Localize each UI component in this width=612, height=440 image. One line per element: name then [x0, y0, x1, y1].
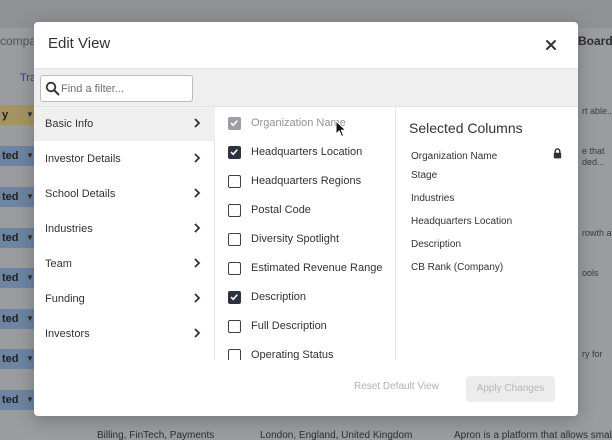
chevron-down-icon: ▼: [26, 395, 34, 404]
field-diversity-spotlight[interactable]: Diversity Spotlight: [216, 229, 395, 253]
category-label: Funding: [45, 293, 85, 305]
field-description[interactable]: Description: [216, 287, 395, 311]
chevron-right-icon: [194, 153, 201, 163]
checkbox[interactable]: [228, 349, 241, 360]
filter-bar: [34, 68, 578, 107]
category-item-school-details[interactable]: School Details: [34, 177, 215, 211]
lock-icon: [553, 148, 562, 159]
field-label: Diversity Spotlight: [251, 233, 340, 245]
modal-title: Edit View: [48, 35, 111, 52]
field-label: Operating Status: [251, 349, 334, 360]
field-full-description[interactable]: Full Description: [216, 316, 395, 340]
chevron-right-icon: [194, 328, 201, 338]
selected-column-item[interactable]: Headquarters Location: [411, 216, 512, 227]
background-location-cell: London, England, United Kingdom: [260, 430, 413, 440]
category-label: Investors: [45, 328, 90, 340]
checkbox-checked[interactable]: [228, 146, 241, 159]
checkbox[interactable]: [228, 175, 241, 188]
checkbox[interactable]: [228, 204, 241, 217]
chevron-down-icon: ▼: [26, 233, 34, 242]
field-headquarters-regions[interactable]: Headquarters Regions: [216, 171, 395, 195]
mouse-cursor-icon: [335, 120, 347, 138]
category-label: Basic Info: [45, 118, 94, 130]
chevron-down-icon: ▼: [26, 151, 34, 160]
modal-footer: Reset Default View Apply Changes: [34, 360, 578, 416]
chevron-down-icon: ▼: [26, 192, 34, 201]
checkbox[interactable]: [228, 233, 241, 246]
field-operating-status[interactable]: Operating Status: [216, 345, 395, 360]
chevron-down-icon: ▼: [26, 314, 34, 323]
category-item-team[interactable]: Team: [34, 247, 215, 281]
close-icon: [546, 40, 556, 50]
edit-view-modal: Edit View Basic Info Investor Details Sc…: [34, 22, 578, 416]
reset-default-view-button[interactable]: Reset Default View: [354, 381, 439, 392]
field-label: Organization Name: [251, 117, 346, 129]
filter-field[interactable]: [40, 75, 193, 102]
checkbox-disabled: [228, 117, 241, 130]
checkbox[interactable]: [228, 320, 241, 333]
selected-column-item[interactable]: Industries: [411, 193, 454, 204]
chevron-right-icon: [194, 223, 201, 233]
filter-input[interactable]: [61, 79, 189, 98]
field-label: Estimated Revenue Range: [251, 262, 383, 274]
field-headquarters-location[interactable]: Headquarters Location: [216, 142, 395, 166]
background-industries-cell: Billing, FinTech, Payments: [97, 430, 215, 440]
close-button[interactable]: [540, 34, 562, 56]
category-label: School Details: [45, 188, 116, 200]
selected-column-item[interactable]: Stage: [411, 170, 437, 181]
field-label: Postal Code: [251, 204, 311, 216]
checkbox[interactable]: [228, 262, 241, 275]
chevron-right-icon: [194, 258, 201, 268]
chevron-down-icon: ▼: [26, 354, 34, 363]
background-description: ry for: [582, 349, 603, 359]
category-item-basic-info[interactable]: Basic Info: [34, 107, 215, 141]
category-item-investor-details[interactable]: Investor Details: [34, 142, 215, 176]
apply-changes-button[interactable]: Apply Changes: [466, 376, 555, 402]
background-description-cell: Apron is a platform that allows small: [454, 430, 612, 440]
field-organization-name: Organization Name: [216, 113, 395, 137]
selected-columns-title: Selected Columns: [409, 120, 523, 136]
search-icon: [45, 81, 60, 96]
chevron-right-icon: [194, 293, 201, 303]
selected-column-item[interactable]: CB Rank (Company): [411, 262, 503, 273]
category-label: Industries: [45, 223, 93, 235]
category-item-industries[interactable]: Industries: [34, 212, 215, 246]
background-table-row: Billing, FinTech, Payments London, Engla…: [0, 428, 612, 440]
field-label: Headquarters Location: [251, 146, 363, 158]
field-checkbox-list: Organization Name Headquarters Location …: [216, 107, 396, 360]
chevron-right-icon: [194, 118, 201, 128]
field-label: Headquarters Regions: [251, 175, 362, 187]
field-postal-code[interactable]: Postal Code: [216, 200, 395, 224]
selected-column-item[interactable]: Description: [411, 239, 461, 250]
category-list: Basic Info Investor Details School Detai…: [34, 107, 215, 360]
background-description: ools: [582, 268, 599, 278]
field-label: Description: [251, 291, 307, 303]
category-label: Investor Details: [45, 153, 121, 165]
background-description: rowth a: [582, 228, 612, 238]
chevron-down-icon: ▼: [26, 273, 34, 282]
chevron-down-icon: ▼: [26, 110, 34, 119]
modal-header: Edit View: [34, 22, 578, 68]
category-item-investors[interactable]: Investors: [34, 317, 215, 351]
checkbox-checked[interactable]: [228, 291, 241, 304]
chevron-right-icon: [194, 188, 201, 198]
background-description: rt able...: [582, 106, 612, 116]
field-label: Full Description: [251, 320, 327, 332]
selected-column-item: Organization Name: [411, 151, 498, 162]
category-label: Team: [45, 258, 72, 270]
background-description: e that ded...: [582, 146, 605, 167]
field-estimated-revenue-range[interactable]: Estimated Revenue Range: [216, 258, 395, 282]
selected-columns-panel: Selected Columns Organization Name Stage…: [397, 107, 578, 360]
category-item-funding[interactable]: Funding: [34, 282, 215, 316]
